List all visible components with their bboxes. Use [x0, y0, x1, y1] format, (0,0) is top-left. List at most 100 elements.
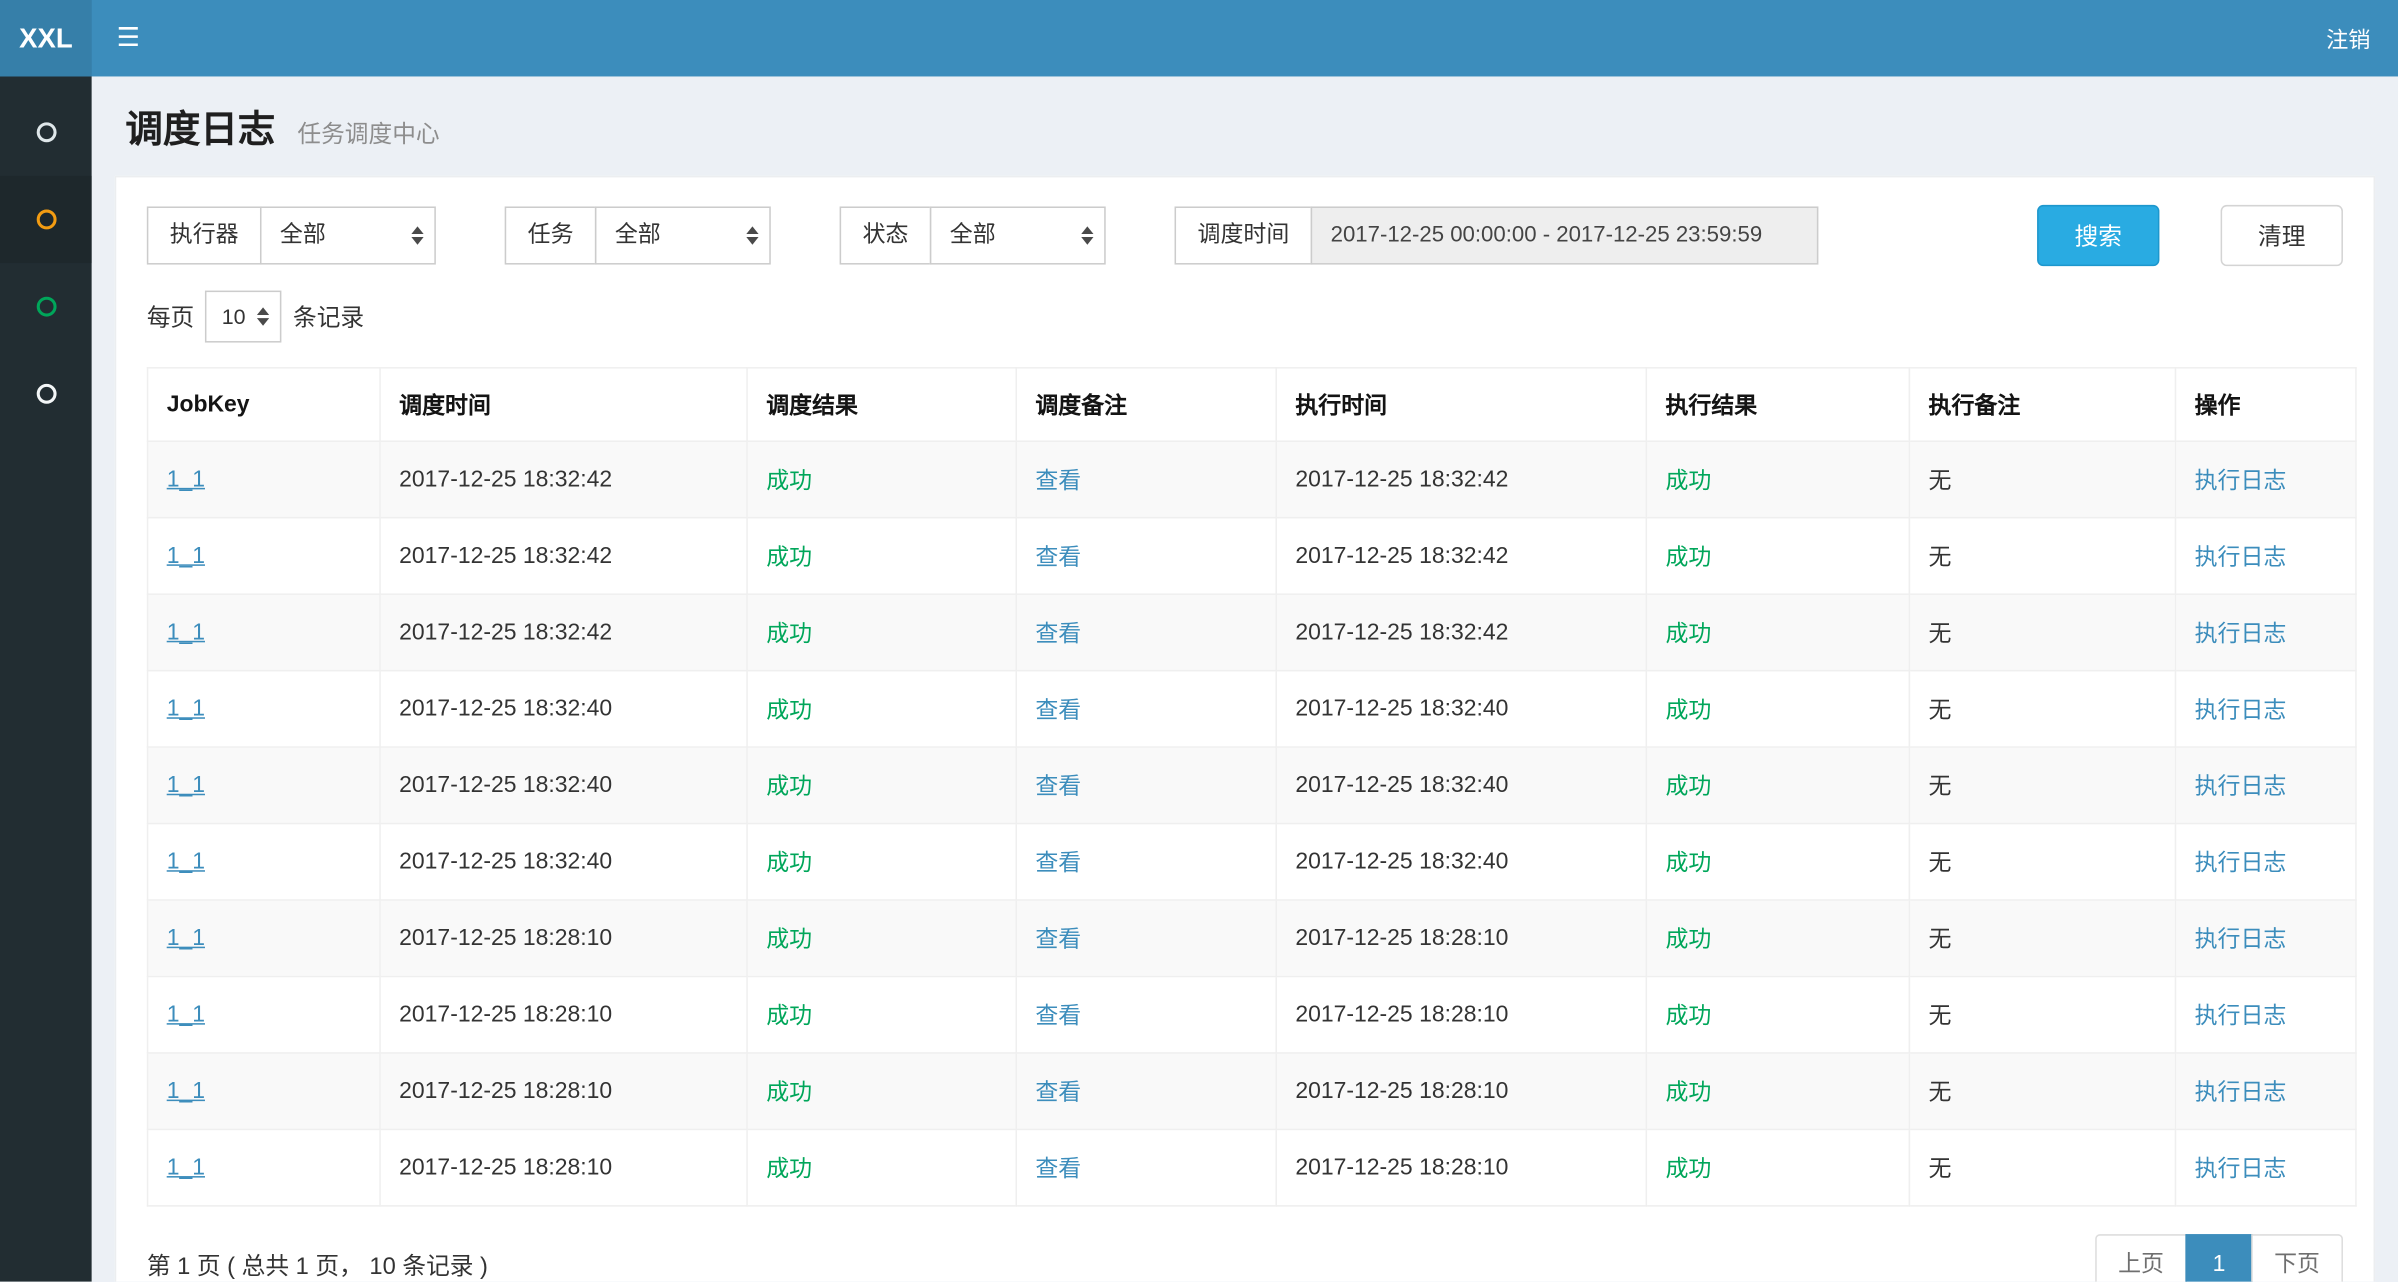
- hamburger-menu-icon[interactable]: ☰: [92, 0, 165, 76]
- jobkey-link[interactable]: 1_1: [167, 1002, 205, 1028]
- trigger-result-cell: 成功: [747, 747, 1016, 823]
- trigger-result-cell: 成功: [747, 824, 1016, 900]
- view-trigger-msg-link[interactable]: 查看: [1035, 927, 1081, 953]
- action-cell: 执行日志: [2175, 671, 2355, 747]
- jobkey-link[interactable]: 1_1: [167, 849, 205, 875]
- table-row: 1_1 2017-12-25 18:32:42 成功 查看 2017-12-25…: [148, 594, 2356, 670]
- trigger-msg-cell: 查看: [1016, 518, 1276, 594]
- page-header: 调度日志 任务调度中心: [92, 76, 2398, 160]
- trigger-msg-cell: 查看: [1016, 671, 1276, 747]
- trigger-result-cell: 成功: [747, 671, 1016, 747]
- handle-result-cell: 成功: [1646, 976, 1909, 1052]
- execution-log-link[interactable]: 执行日志: [2195, 1080, 2287, 1106]
- handle-msg-cell: 无: [1909, 1053, 2175, 1129]
- view-trigger-msg-link[interactable]: 查看: [1035, 621, 1081, 647]
- execution-log-link[interactable]: 执行日志: [2195, 1003, 2287, 1029]
- circle-outline-icon: [36, 384, 56, 404]
- execution-log-link[interactable]: 执行日志: [2195, 1156, 2287, 1182]
- jobkey-cell: 1_1: [148, 900, 380, 976]
- trigger-time-cell: 2017-12-25 18:28:10: [380, 1129, 747, 1205]
- trigger-time-cell: 2017-12-25 18:32:42: [380, 594, 747, 670]
- job-filter-group: 任务 全部: [505, 206, 771, 264]
- search-button[interactable]: 搜索: [2037, 205, 2159, 266]
- trigger-result-cell: 成功: [747, 1053, 1016, 1129]
- handle-result-cell: 成功: [1646, 594, 1909, 670]
- view-trigger-msg-link[interactable]: 查看: [1035, 1156, 1081, 1182]
- trigger-msg-cell: 查看: [1016, 900, 1276, 976]
- trigger-msg-cell: 查看: [1016, 747, 1276, 823]
- jobkey-link[interactable]: 1_1: [167, 619, 205, 645]
- pagination-summary: 第 1 页 ( 总共 1 页， 10 条记录 ): [147, 1248, 488, 1282]
- jobkey-link[interactable]: 1_1: [167, 772, 205, 798]
- table-header-trigger-result: 调度结果: [747, 368, 1016, 441]
- table-header-handle-time: 执行时间: [1276, 368, 1646, 441]
- time-range-input[interactable]: [1311, 206, 1819, 264]
- circle-outline-icon: [36, 210, 56, 230]
- jobkey-link[interactable]: 1_1: [167, 1078, 205, 1104]
- jobkey-link[interactable]: 1_1: [167, 925, 205, 951]
- page-size-prefix-label: 每页: [147, 300, 194, 334]
- table-row: 1_1 2017-12-25 18:32:40 成功 查看 2017-12-25…: [148, 747, 2356, 823]
- action-cell: 执行日志: [2175, 747, 2355, 823]
- execution-log-link[interactable]: 执行日志: [2195, 927, 2287, 953]
- execution-log-link[interactable]: 执行日志: [2195, 850, 2287, 876]
- handle-result-cell: 成功: [1646, 824, 1909, 900]
- handle-result-cell: 成功: [1646, 1053, 1909, 1129]
- filter-bar: 执行器 全部 任务 全部 状态 全部: [147, 205, 2343, 266]
- executor-filter-group: 执行器 全部: [147, 206, 436, 264]
- sidebar-item-4[interactable]: [0, 350, 92, 437]
- table-header-trigger-time: 调度时间: [380, 368, 747, 441]
- jobkey-cell: 1_1: [148, 1129, 380, 1205]
- table-row: 1_1 2017-12-25 18:28:10 成功 查看 2017-12-25…: [148, 900, 2356, 976]
- handle-msg-cell: 无: [1909, 824, 2175, 900]
- job-select[interactable]: 全部: [595, 206, 771, 264]
- trigger-time-cell: 2017-12-25 18:32:40: [380, 747, 747, 823]
- execution-log-link[interactable]: 执行日志: [2195, 544, 2287, 570]
- execution-log-link[interactable]: 执行日志: [2195, 621, 2287, 647]
- app-logo[interactable]: XXL: [0, 0, 92, 76]
- status-select[interactable]: 全部: [930, 206, 1106, 264]
- prev-page-button[interactable]: 上页: [2095, 1234, 2187, 1281]
- handle-time-cell: 2017-12-25 18:32:42: [1276, 594, 1646, 670]
- jobkey-link[interactable]: 1_1: [167, 466, 205, 492]
- view-trigger-msg-link[interactable]: 查看: [1035, 468, 1081, 494]
- sidebar-item-2[interactable]: [0, 176, 92, 263]
- current-page-button[interactable]: 1: [2185, 1234, 2252, 1281]
- execution-log-link[interactable]: 执行日志: [2195, 468, 2287, 494]
- view-trigger-msg-link[interactable]: 查看: [1035, 1080, 1081, 1106]
- job-filter-label: 任务: [505, 206, 597, 264]
- execution-log-link[interactable]: 执行日志: [2195, 774, 2287, 800]
- logout-link[interactable]: 注销: [2299, 0, 2398, 76]
- trigger-time-cell: 2017-12-25 18:32:42: [380, 441, 747, 517]
- page-size-suffix-label: 条记录: [293, 300, 364, 334]
- trigger-result-cell: 成功: [747, 900, 1016, 976]
- time-filter-group: 调度时间: [1175, 206, 1819, 264]
- view-trigger-msg-link[interactable]: 查看: [1035, 850, 1081, 876]
- next-page-button[interactable]: 下页: [2251, 1234, 2343, 1281]
- handle-time-cell: 2017-12-25 18:32:40: [1276, 747, 1646, 823]
- action-cell: 执行日志: [2175, 824, 2355, 900]
- table-header-handle-result: 执行结果: [1646, 368, 1909, 441]
- handle-time-cell: 2017-12-25 18:28:10: [1276, 1129, 1646, 1205]
- view-trigger-msg-link[interactable]: 查看: [1035, 774, 1081, 800]
- select-arrows-icon: [256, 307, 268, 325]
- jobkey-cell: 1_1: [148, 747, 380, 823]
- handle-result-cell: 成功: [1646, 900, 1909, 976]
- executor-select[interactable]: 全部: [260, 206, 436, 264]
- sidebar-item-1[interactable]: [0, 89, 92, 176]
- view-trigger-msg-link[interactable]: 查看: [1035, 697, 1081, 723]
- sidebar-item-3[interactable]: [0, 263, 92, 350]
- jobkey-link[interactable]: 1_1: [167, 696, 205, 722]
- clear-button[interactable]: 清理: [2221, 205, 2343, 266]
- page-size-select[interactable]: 10: [205, 291, 281, 343]
- jobkey-cell: 1_1: [148, 824, 380, 900]
- view-trigger-msg-link[interactable]: 查看: [1035, 544, 1081, 570]
- jobkey-link[interactable]: 1_1: [167, 543, 205, 569]
- jobkey-cell: 1_1: [148, 441, 380, 517]
- trigger-msg-cell: 查看: [1016, 1129, 1276, 1205]
- action-cell: 执行日志: [2175, 518, 2355, 594]
- jobkey-link[interactable]: 1_1: [167, 1155, 205, 1181]
- execution-log-link[interactable]: 执行日志: [2195, 697, 2287, 723]
- view-trigger-msg-link[interactable]: 查看: [1035, 1003, 1081, 1029]
- trigger-msg-cell: 查看: [1016, 824, 1276, 900]
